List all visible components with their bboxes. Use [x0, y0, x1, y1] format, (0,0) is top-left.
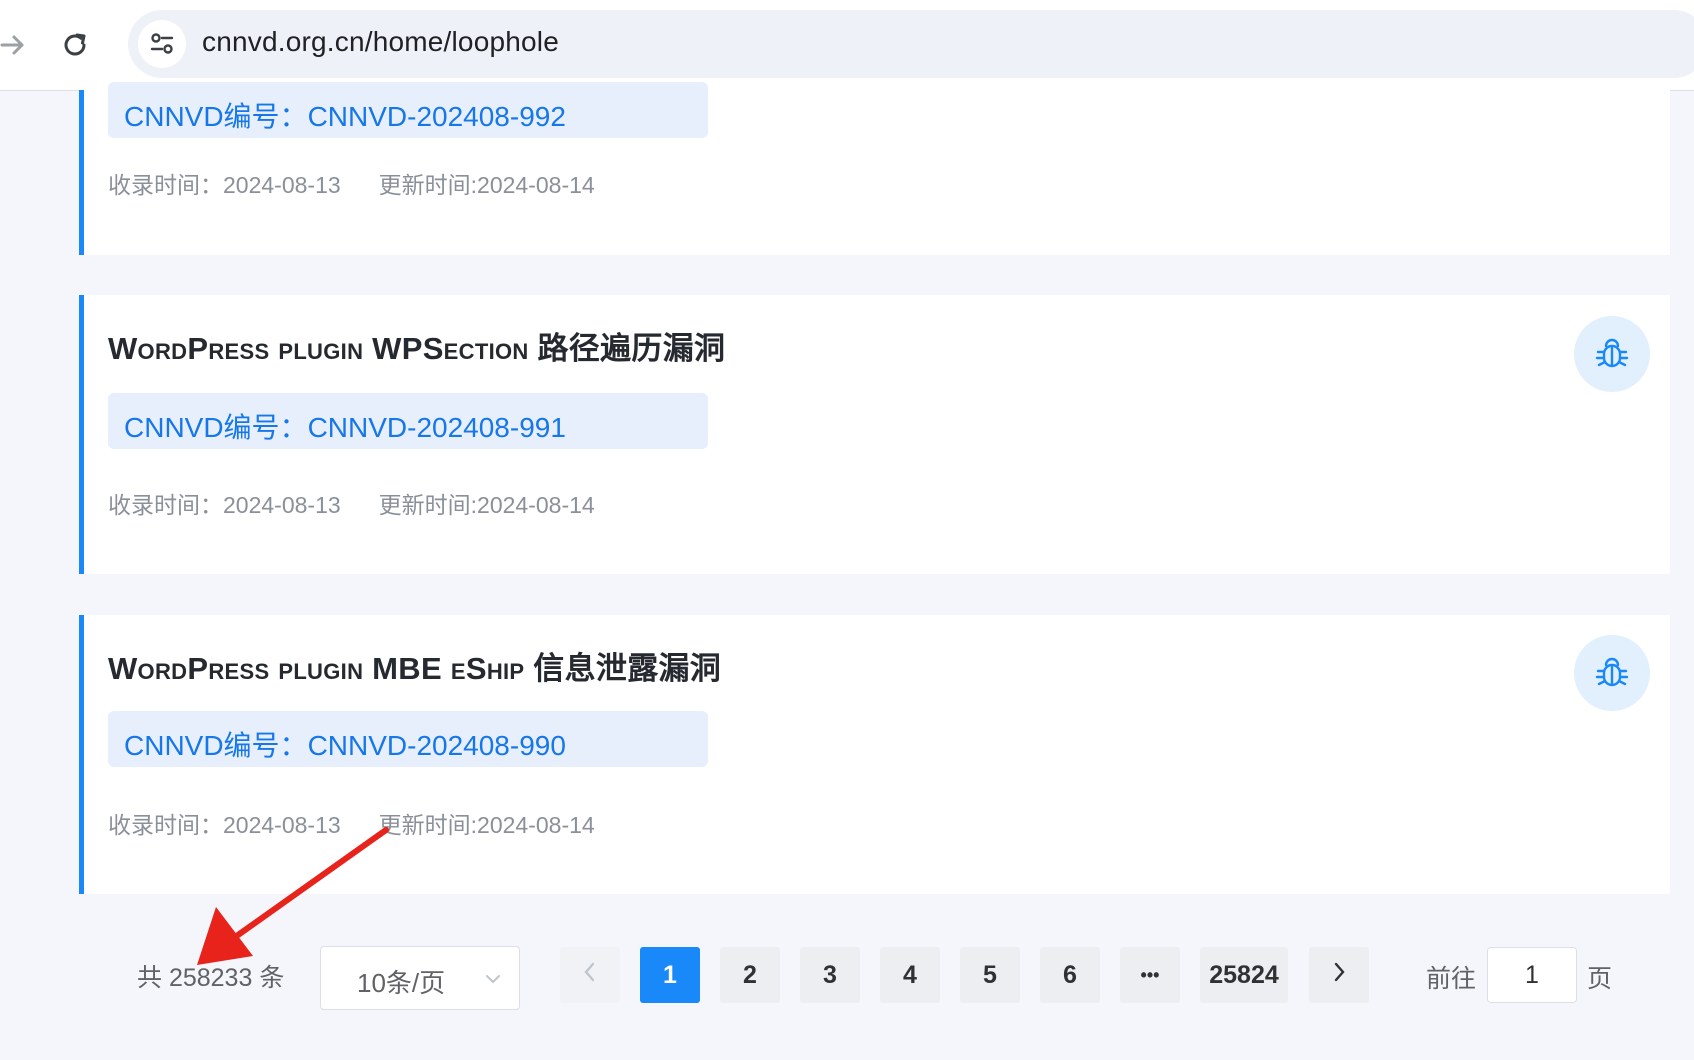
forward-arrow-icon[interactable] — [0, 22, 38, 68]
page-button-1[interactable]: 1 — [640, 947, 700, 1003]
goto-page-input[interactable] — [1487, 947, 1577, 1003]
vuln-card[interactable]: WordPress plugin WPSection 路径遍历漏洞 CNNVD编… — [79, 295, 1670, 574]
cnnvd-id[interactable]: CNNVD编号：CNNVD-202408-991 — [124, 406, 566, 446]
total-count: 共 258233 条 — [137, 964, 285, 992]
cnnvd-id-tag[interactable]: CNNVD编号：CNNVD-202408-991 — [108, 393, 708, 449]
page-button-3[interactable]: 3 — [800, 947, 860, 1003]
url-text[interactable]: cnnvd.org.cn/home/loophole — [202, 26, 559, 58]
browser-toolbar: cnnvd.org.cn/home/loophole — [0, 0, 1694, 91]
page-button-last[interactable]: 25824 — [1200, 947, 1288, 1003]
page-button-4[interactable]: 4 — [880, 947, 940, 1003]
vuln-card[interactable]: CNNVD编号：CNNVD-202408-992 收录时间：2024-08-13… — [79, 82, 1670, 255]
chevron-down-icon — [483, 969, 503, 994]
chevron-right-icon — [1329, 960, 1349, 991]
vuln-title[interactable]: WordPress plugin MBE eShip 信息泄露漏洞 — [108, 643, 721, 688]
vuln-dates: 收录时间：2024-08-13 更新时间: 2024-08-14 — [108, 172, 595, 198]
next-page-button[interactable] — [1309, 947, 1369, 1003]
pagination: 共 258233 条 10条/页 1 2 3 4 5 6 ••• 25824 前… — [0, 940, 1694, 1010]
cnnvd-id[interactable]: CNNVD编号：CNNVD-202408-990 — [124, 724, 566, 764]
page-size-select[interactable]: 10条/页 — [320, 946, 520, 1010]
cnnvd-id-tag[interactable]: CNNVD编号：CNNVD-202408-990 — [108, 711, 708, 767]
page-button-2[interactable]: 2 — [720, 947, 780, 1003]
goto-suffix: 页 — [1587, 965, 1613, 993]
vuln-dates: 收录时间：2024-08-13 更新时间: 2024-08-14 — [108, 492, 595, 518]
prev-page-button[interactable] — [560, 947, 620, 1003]
tune-icon[interactable] — [138, 20, 186, 68]
vuln-dates: 收录时间：2024-08-13 更新时间: 2024-08-14 — [108, 812, 595, 838]
vuln-title[interactable]: WordPress plugin WPSection 路径遍历漏洞 — [108, 323, 725, 368]
page-ellipsis-button[interactable]: ••• — [1120, 947, 1180, 1003]
cnnvd-id-tag[interactable]: CNNVD编号：CNNVD-202408-992 — [108, 82, 708, 138]
goto-label: 前往 — [1426, 965, 1477, 993]
chevron-left-icon — [580, 960, 600, 991]
bug-icon[interactable] — [1574, 635, 1650, 711]
page-button-6[interactable]: 6 — [1040, 947, 1100, 1003]
page-button-5[interactable]: 5 — [960, 947, 1020, 1003]
reload-icon[interactable] — [50, 22, 100, 68]
address-bar[interactable]: cnnvd.org.cn/home/loophole — [128, 10, 1694, 78]
bug-icon[interactable] — [1574, 316, 1650, 392]
page-size-value: 10条/页 — [357, 968, 446, 998]
vuln-card[interactable]: WordPress plugin MBE eShip 信息泄露漏洞 CNNVD编… — [79, 615, 1670, 894]
cnnvd-id[interactable]: CNNVD编号：CNNVD-202408-992 — [124, 95, 566, 135]
